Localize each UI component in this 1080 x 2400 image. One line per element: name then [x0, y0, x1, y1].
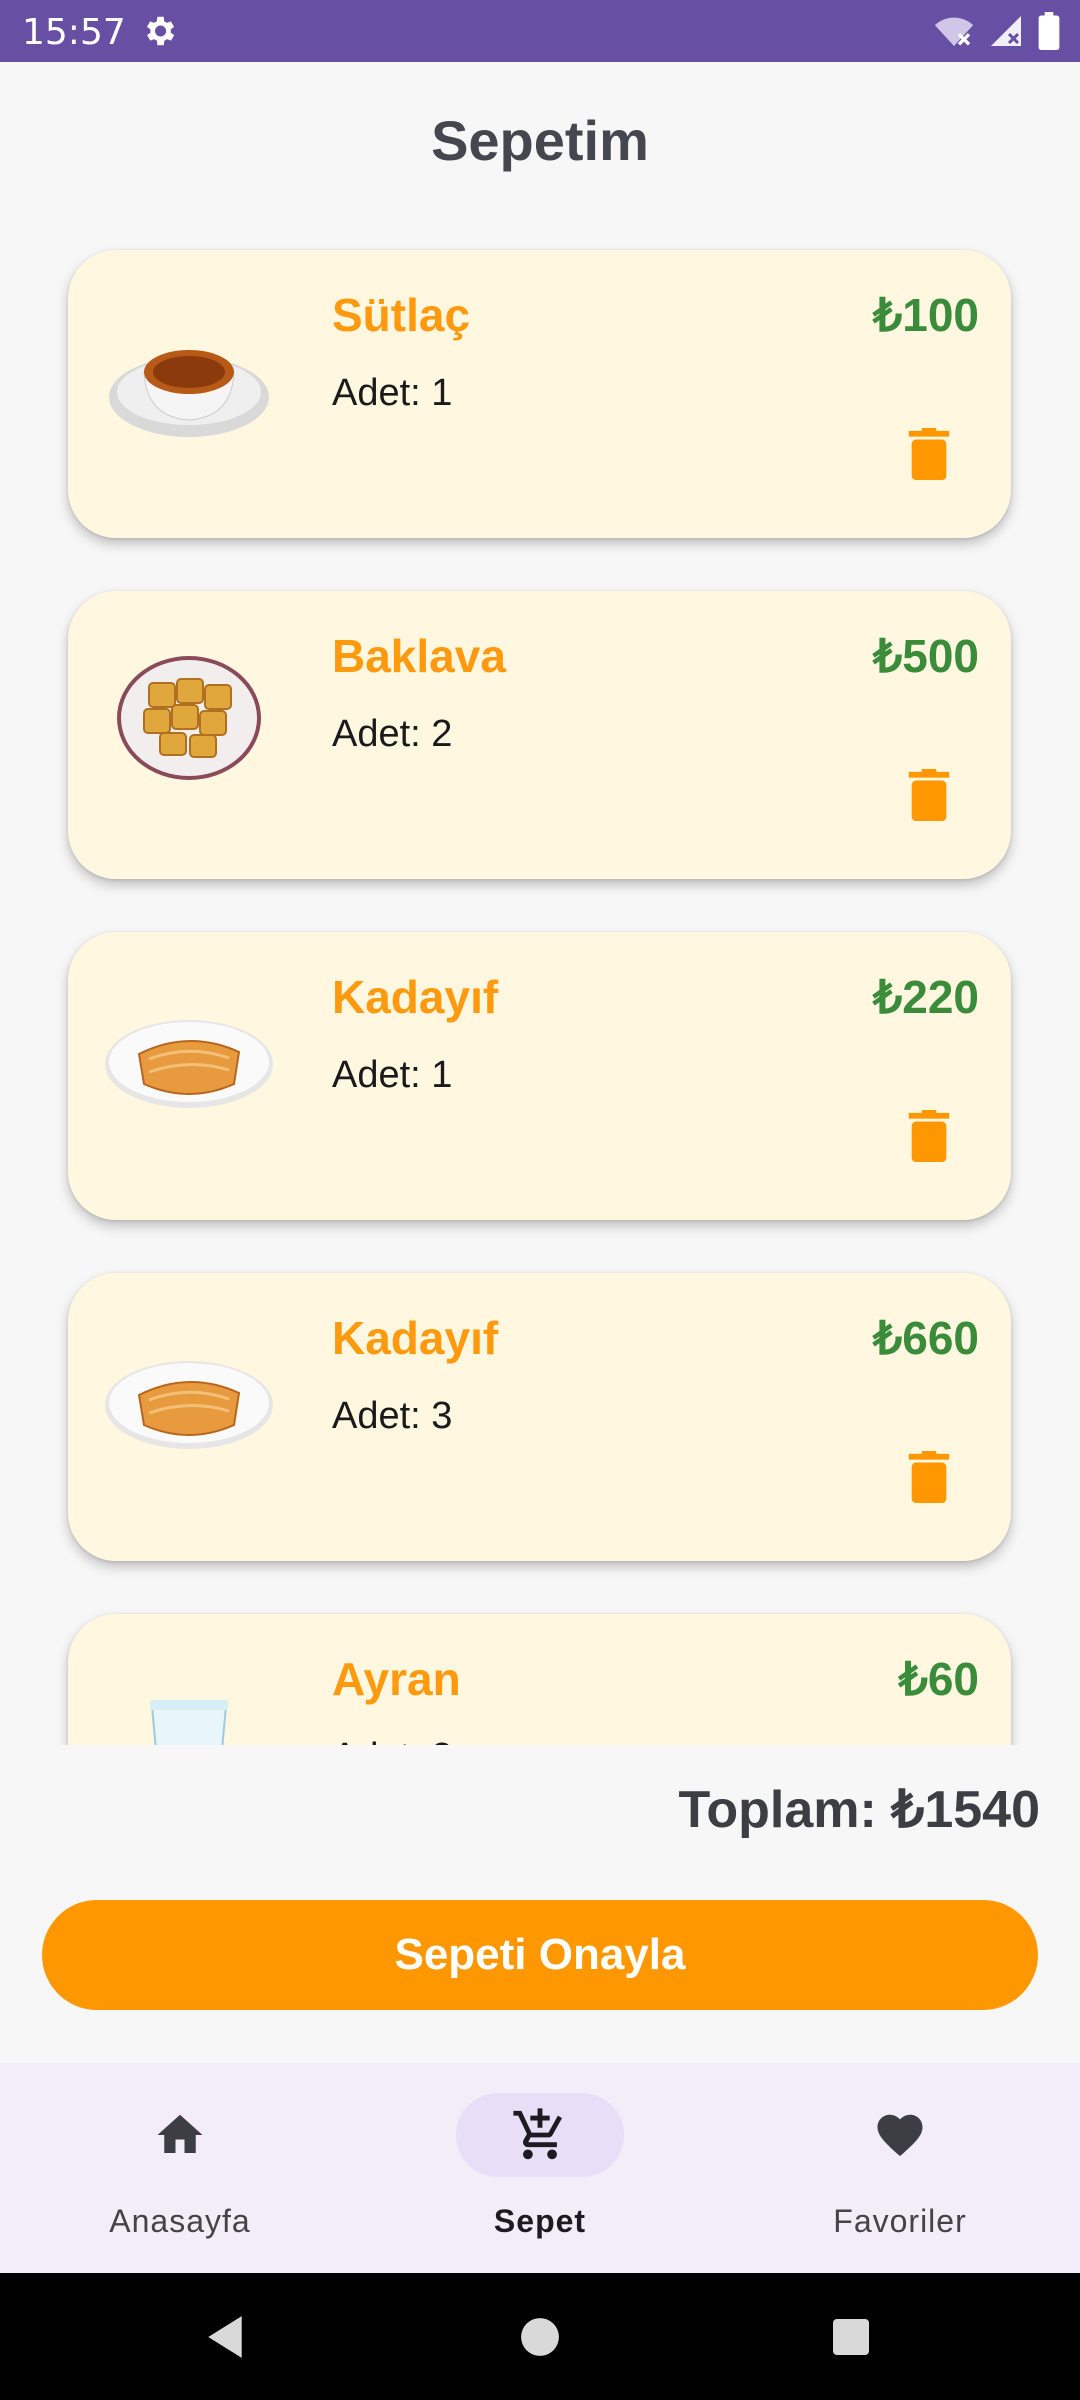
- item-quantity: Adet: 3: [332, 1395, 453, 1437]
- item-price: ₺60: [898, 1653, 979, 1705]
- heart-icon: [877, 2114, 923, 2157]
- nav-icon-container: [96, 2093, 264, 2177]
- delete-trash-icon[interactable]: [907, 769, 951, 821]
- item-quantity: Adet: 2: [332, 713, 453, 755]
- item-quantity: Adet: 1: [332, 372, 453, 414]
- page-title: Sepetim: [431, 109, 649, 172]
- home-system-button[interactable]: [495, 2273, 585, 2400]
- kadayif-image: [105, 1361, 273, 1449]
- item-price: ₺500: [872, 630, 979, 682]
- cart-total: Toplam: ₺1540: [678, 1781, 1040, 1839]
- nav-item-cart[interactable]: Sepet: [360, 2063, 720, 2273]
- baklava-image: [117, 656, 261, 780]
- cart-item-card[interactable]: Baklava Adet: 2 ₺500: [68, 591, 1011, 879]
- signal-icon: [991, 16, 1021, 46]
- nav-label: Sepet: [493, 2203, 587, 2239]
- cart-item-card[interactable]: Kadayıf Adet: 3 ₺660: [68, 1273, 1011, 1561]
- nav-item-favorites[interactable]: Favoriler: [720, 2063, 1080, 2273]
- nav-item-home[interactable]: Anasayfa: [0, 2063, 360, 2273]
- item-quantity: Adet: 2: [332, 1736, 452, 1745]
- battery-icon: [1038, 12, 1060, 50]
- system-navigation-bar: [0, 2273, 1080, 2400]
- status-bar: 15:57: [0, 0, 1080, 62]
- back-button[interactable]: [180, 2273, 270, 2400]
- cart-item-card[interactable]: Sütlaç Adet: 1 ₺100: [68, 250, 1011, 538]
- cart-item-card[interactable]: Ayran Ayran Adet: 2 ₺60: [68, 1614, 1011, 1745]
- nav-icon-container: [816, 2093, 984, 2177]
- confirm-cart-button[interactable]: Sepeti Onayla: [42, 1900, 1038, 2010]
- wifi-off-icon: [934, 17, 974, 46]
- home-circle-icon: [521, 2317, 559, 2356]
- item-name: Baklava: [332, 630, 506, 682]
- recents-button[interactable]: [806, 2273, 896, 2400]
- item-name: Ayran: [332, 1653, 461, 1705]
- home-icon: [157, 2114, 203, 2153]
- status-time: 15:57: [22, 12, 126, 53]
- item-price: ₺220: [872, 971, 979, 1023]
- ayran-image: Ayran: [150, 1700, 228, 1745]
- settings-gear-icon: [146, 16, 175, 46]
- nav-icon-container-active: [456, 2093, 624, 2177]
- item-name: Kadayıf: [332, 1312, 499, 1364]
- bottom-navigation: Anasayfa Sepet Favoriler: [0, 2063, 1080, 2273]
- back-triangle-icon: [208, 2315, 242, 2358]
- kadayif-image: [105, 1020, 273, 1108]
- nav-label: Anasayfa: [109, 2203, 251, 2239]
- cart-item-card[interactable]: Kadayıf Adet: 1 ₺220: [68, 932, 1011, 1220]
- cart-add-icon: [513, 2108, 562, 2160]
- item-quantity: Adet: 1: [332, 1054, 453, 1096]
- sutlac-image: [109, 350, 269, 437]
- nav-label: Favoriler: [833, 2203, 967, 2239]
- item-name: Sütlaç: [332, 289, 471, 341]
- item-price: ₺100: [872, 289, 979, 341]
- item-name: Kadayıf: [332, 971, 499, 1023]
- delete-trash-icon[interactable]: [907, 1110, 951, 1162]
- cart-list[interactable]: Sütlaç Adet: 1 ₺100 Baklava Adet: 2 ₺500…: [0, 210, 1080, 1745]
- status-icons: [934, 12, 1060, 50]
- delete-trash-icon[interactable]: [907, 428, 951, 480]
- delete-trash-icon[interactable]: [907, 1451, 951, 1503]
- recents-square-icon: [833, 2318, 869, 2355]
- item-price: ₺660: [872, 1312, 979, 1364]
